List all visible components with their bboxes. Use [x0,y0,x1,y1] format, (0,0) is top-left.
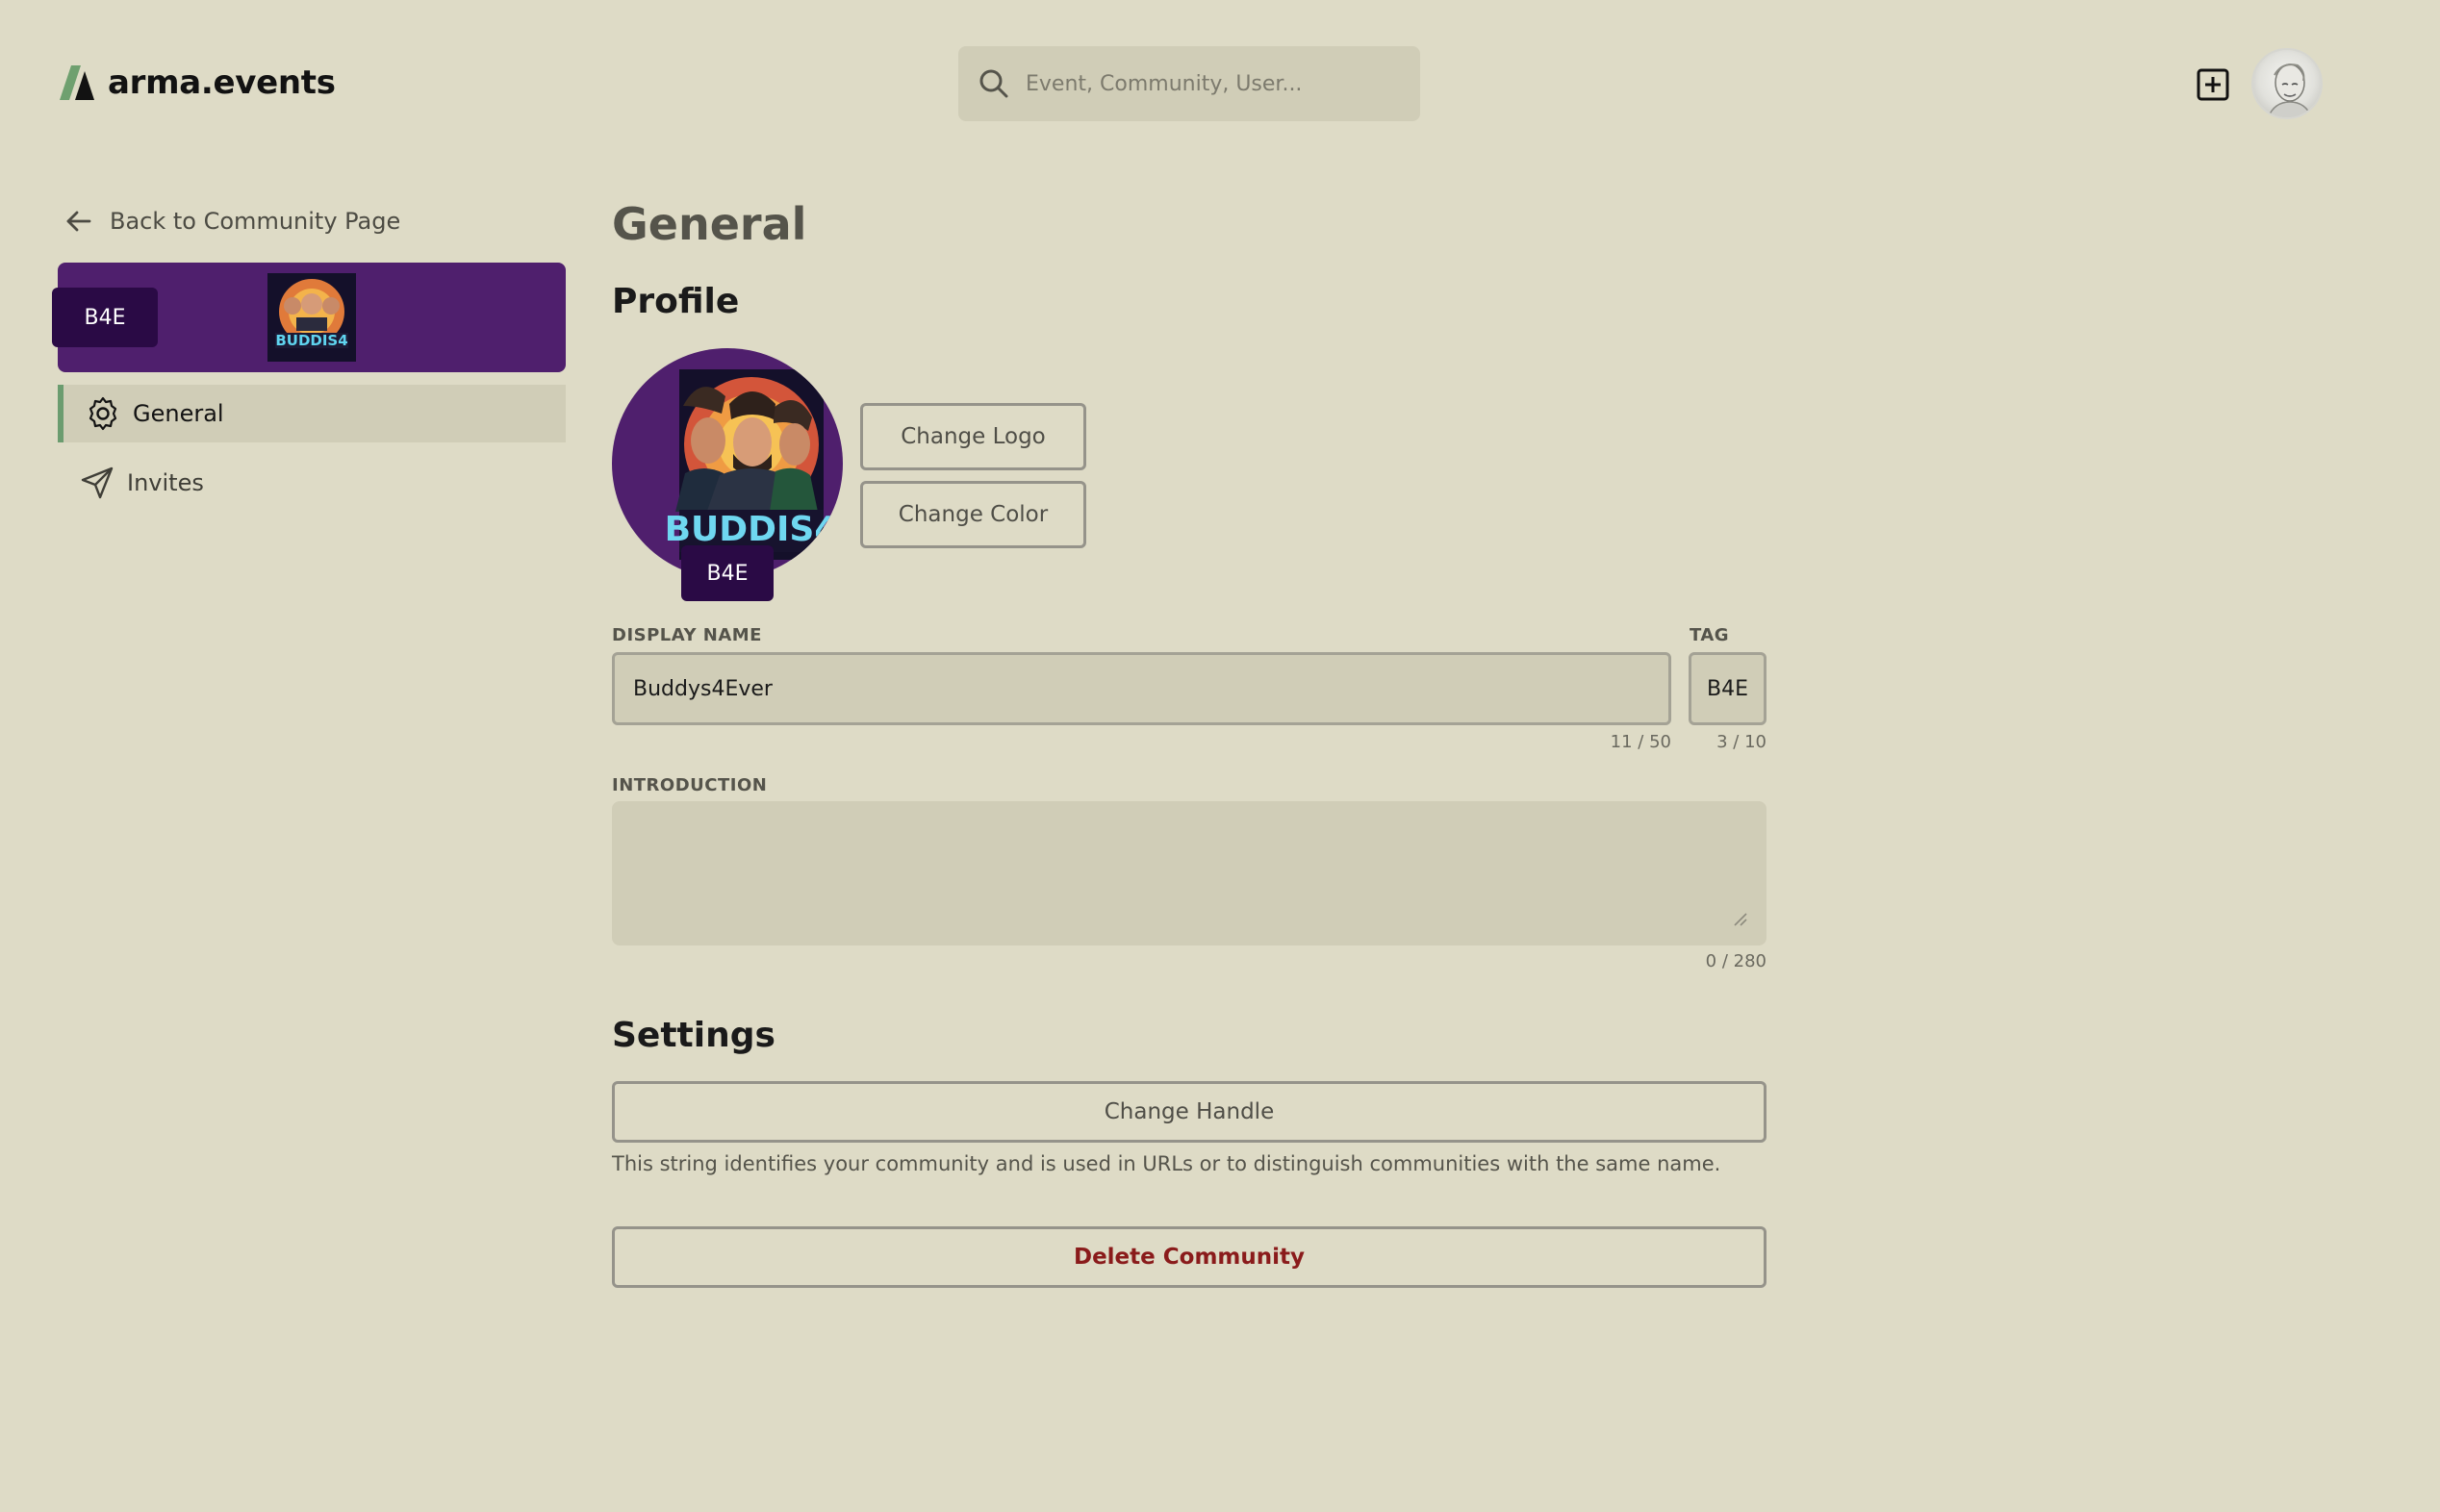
create-plus-icon[interactable] [2196,67,2230,102]
brand-name: arma.events [108,63,336,102]
search-icon [979,69,1008,98]
brand-logo[interactable]: arma.events [58,62,336,104]
display-name-counter: 11 / 50 [1610,732,1671,752]
search-input[interactable] [1026,71,1420,96]
arma-logo-icon [60,65,94,100]
send-icon [81,466,114,499]
community-tag-badge: B4E [52,288,158,347]
arrow-left-icon [66,211,91,232]
sidebar-item-invites[interactable]: Invites [58,454,566,512]
community-logo: BUDDIS4 EVER [612,348,843,579]
introduction-field[interactable] [612,801,1766,945]
community-logo-thumbnail: BUDDIS4 [267,273,356,362]
introduction-label: INTRODUCTION [612,775,768,795]
svg-text:BUDDIS4: BUDDIS4 [275,332,347,349]
sidebar-item-general[interactable]: General [58,385,566,442]
handle-help-text: This string identifies your community an… [612,1152,1721,1175]
tag-field[interactable] [1689,652,1766,725]
display-name-field[interactable] [612,652,1671,725]
change-logo-button[interactable]: Change Logo [860,403,1086,470]
sidebar-item-label: Invites [127,469,204,496]
gear-icon [89,396,117,431]
svg-text:BUDDIS4: BUDDIS4 [665,510,839,549]
back-link-label: Back to Community Page [110,208,401,235]
resize-grip-icon[interactable] [1732,911,1747,926]
sidebar-item-label: General [133,400,224,427]
profile-heading: Profile [612,282,740,321]
tag-counter: 3 / 10 [1716,732,1766,752]
settings-page: arma.events Back to Community Page B4E [0,0,2440,1512]
search-bar[interactable] [958,46,1420,121]
introduction-counter: 0 / 280 [1705,951,1766,971]
user-avatar[interactable] [2251,48,2323,119]
settings-heading: Settings [612,1016,775,1055]
tag-label: TAG [1690,625,1730,645]
change-handle-button[interactable]: Change Handle [612,1081,1766,1143]
change-color-button[interactable]: Change Color [860,481,1086,548]
profile-tag-badge: B4E [681,545,774,601]
display-name-label: DISPLAY NAME [612,625,762,645]
user-portrait-icon [2267,63,2313,117]
page-title: General [612,198,807,250]
back-to-community-link[interactable]: Back to Community Page [64,204,400,239]
delete-community-button[interactable]: Delete Community [612,1226,1766,1288]
